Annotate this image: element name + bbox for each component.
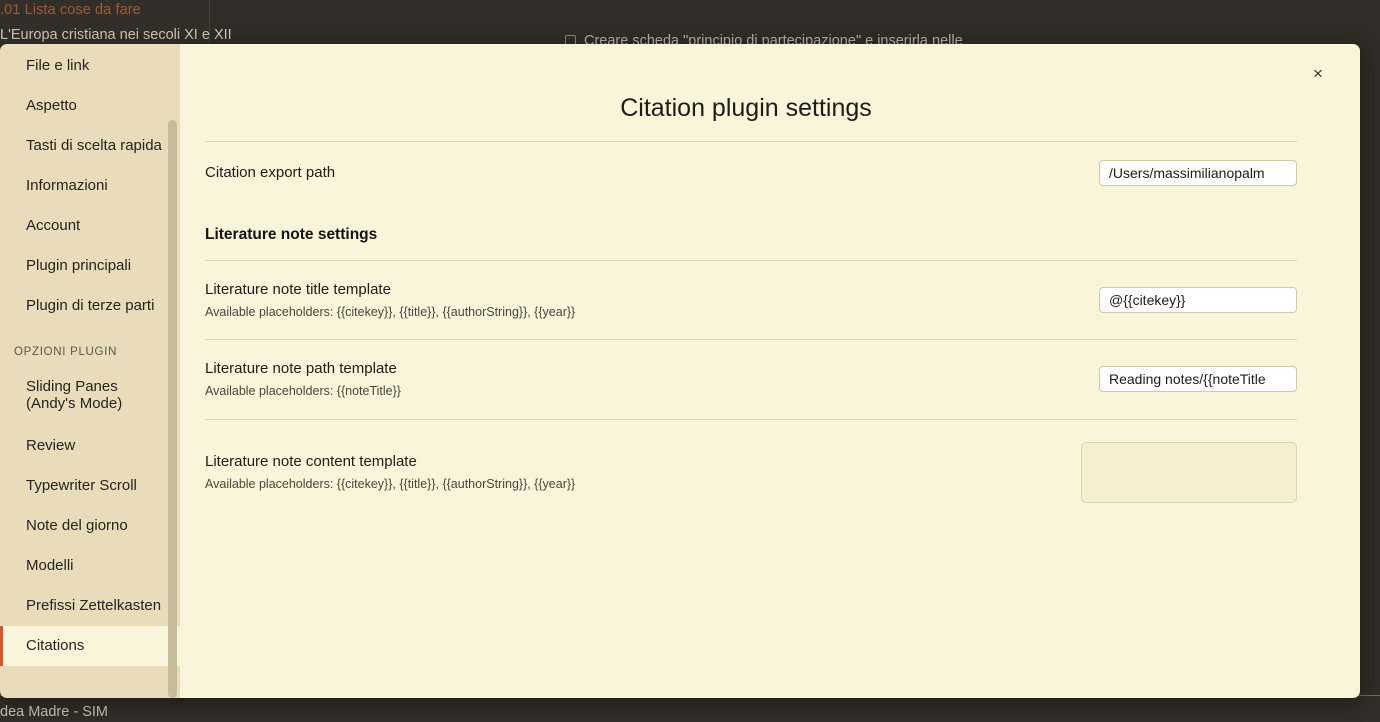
setting-label: Literature note title template xyxy=(205,281,391,298)
sidebar-item-review[interactable]: Review xyxy=(0,426,180,466)
setting-description: Available placeholders: {{citekey}}, {{t… xyxy=(205,476,576,491)
sidebar-item-label: Review xyxy=(26,437,76,455)
sidebar-item-label: Plugin di terze parti xyxy=(26,297,155,315)
sidebar-item-sliding-panes[interactable]: Sliding Panes (Andy's Mode) xyxy=(0,364,180,426)
setting-label: Citation export path xyxy=(205,164,336,182)
sidebar-item-label: Account xyxy=(26,217,81,235)
close-icon[interactable]: × xyxy=(1305,60,1331,86)
sidebar-item-label: Typewriter Scroll xyxy=(26,477,137,495)
setting-label: Literature note path template xyxy=(205,360,397,378)
settings-modal: File e link Aspetto Tasti di scelta rapi… xyxy=(0,44,1360,698)
setting-label: Literature note content template xyxy=(205,452,417,470)
sidebar-item-label: File e link xyxy=(26,57,90,75)
setting-row-citation-export-path: Citation export path xyxy=(205,142,1297,204)
sidebar-item-plugin-principali[interactable]: Plugin principali xyxy=(0,246,180,286)
background-note-title: .01 Lista cose da fare xyxy=(0,2,141,18)
background-note-heading: L'Europa cristiana nei secoli XI e XII xyxy=(0,27,232,43)
literature-note-title-template-input[interactable] xyxy=(1099,287,1297,314)
sidebar-item-typewriter-scroll[interactable]: Typewriter Scroll xyxy=(0,466,180,506)
sidebar-item-label: Prefissi Zettelkasten xyxy=(26,597,162,615)
setting-info: Literature note path template Available … xyxy=(205,358,401,400)
sidebar-item-label: Aspetto xyxy=(26,97,77,115)
setting-row-path-template: Literature note path template Available … xyxy=(205,340,1297,418)
page-title: Citation plugin settings xyxy=(620,94,872,122)
sidebar-item-label: Citations xyxy=(26,637,85,655)
sidebar-item-account[interactable]: Account xyxy=(0,206,180,246)
section-heading-literature-note-settings: Literature note settings xyxy=(205,226,378,243)
sidebar-scrollbar-thumb[interactable] xyxy=(168,120,177,698)
settings-content-pane: × Citation plugin settings Citation expo… xyxy=(180,44,1360,698)
sidebar-item-label: Plugin principali xyxy=(26,257,132,275)
sidebar-item-note-del-giorno[interactable]: Note del giorno xyxy=(0,506,180,546)
sidebar-item-file-e-link[interactable]: File e link xyxy=(0,46,180,86)
sidebar-item-plugin-di-terze-parti[interactable]: Plugin di terze parti xyxy=(0,286,180,326)
sidebar-item-label: Tasti di scelta rapida xyxy=(26,137,162,155)
sidebar-item-prefissi-zettelkasten[interactable]: Prefissi Zettelkasten xyxy=(0,586,180,626)
background-bottom-label: dea Madre - SIM xyxy=(0,704,108,720)
setting-description: Available placeholders: {{noteTitle}} xyxy=(205,384,401,398)
setting-description: Available placeholders: {{citekey}}, {{t… xyxy=(205,304,576,319)
setting-row-content-template: Literature note content template Availab… xyxy=(205,420,1297,525)
literature-note-path-template-input[interactable] xyxy=(1099,366,1297,393)
sidebar-item-citations[interactable]: Citations xyxy=(0,626,180,666)
sidebar-item-label: Modelli xyxy=(26,557,74,575)
sidebar-item-label: Informazioni xyxy=(26,177,108,195)
setting-info: Literature note content template Availab… xyxy=(205,451,575,493)
settings-sidebar: File e link Aspetto Tasti di scelta rapi… xyxy=(0,44,180,698)
sidebar-group-label: OPZIONI PLUGIN xyxy=(14,346,118,358)
sidebar-item-label-second-line: (Andy's Mode) xyxy=(26,395,123,412)
sidebar-scrollbar[interactable] xyxy=(168,44,177,698)
sidebar-item-informazioni[interactable]: Informazioni xyxy=(0,166,180,206)
sidebar-item-label: Sliding Panes xyxy=(26,377,118,395)
setting-row-title-template: Literature note title template Available… xyxy=(205,261,1297,339)
sidebar-item-tasti-di-scelta-rapida[interactable]: Tasti di scelta rapida xyxy=(0,126,180,166)
literature-note-content-template-textarea[interactable] xyxy=(1081,441,1297,503)
sidebar-item-modelli[interactable]: Modelli xyxy=(0,546,180,586)
setting-info: Citation export path xyxy=(205,162,335,184)
citation-export-path-input[interactable] xyxy=(1099,160,1297,186)
app-bottom-strip: dea Madre - SIM xyxy=(0,695,1380,722)
setting-info: Literature note title template Available… xyxy=(205,279,575,321)
sidebar-item-aspetto[interactable]: Aspetto xyxy=(0,86,180,126)
sidebar-item-label: Note del giorno xyxy=(26,517,128,535)
